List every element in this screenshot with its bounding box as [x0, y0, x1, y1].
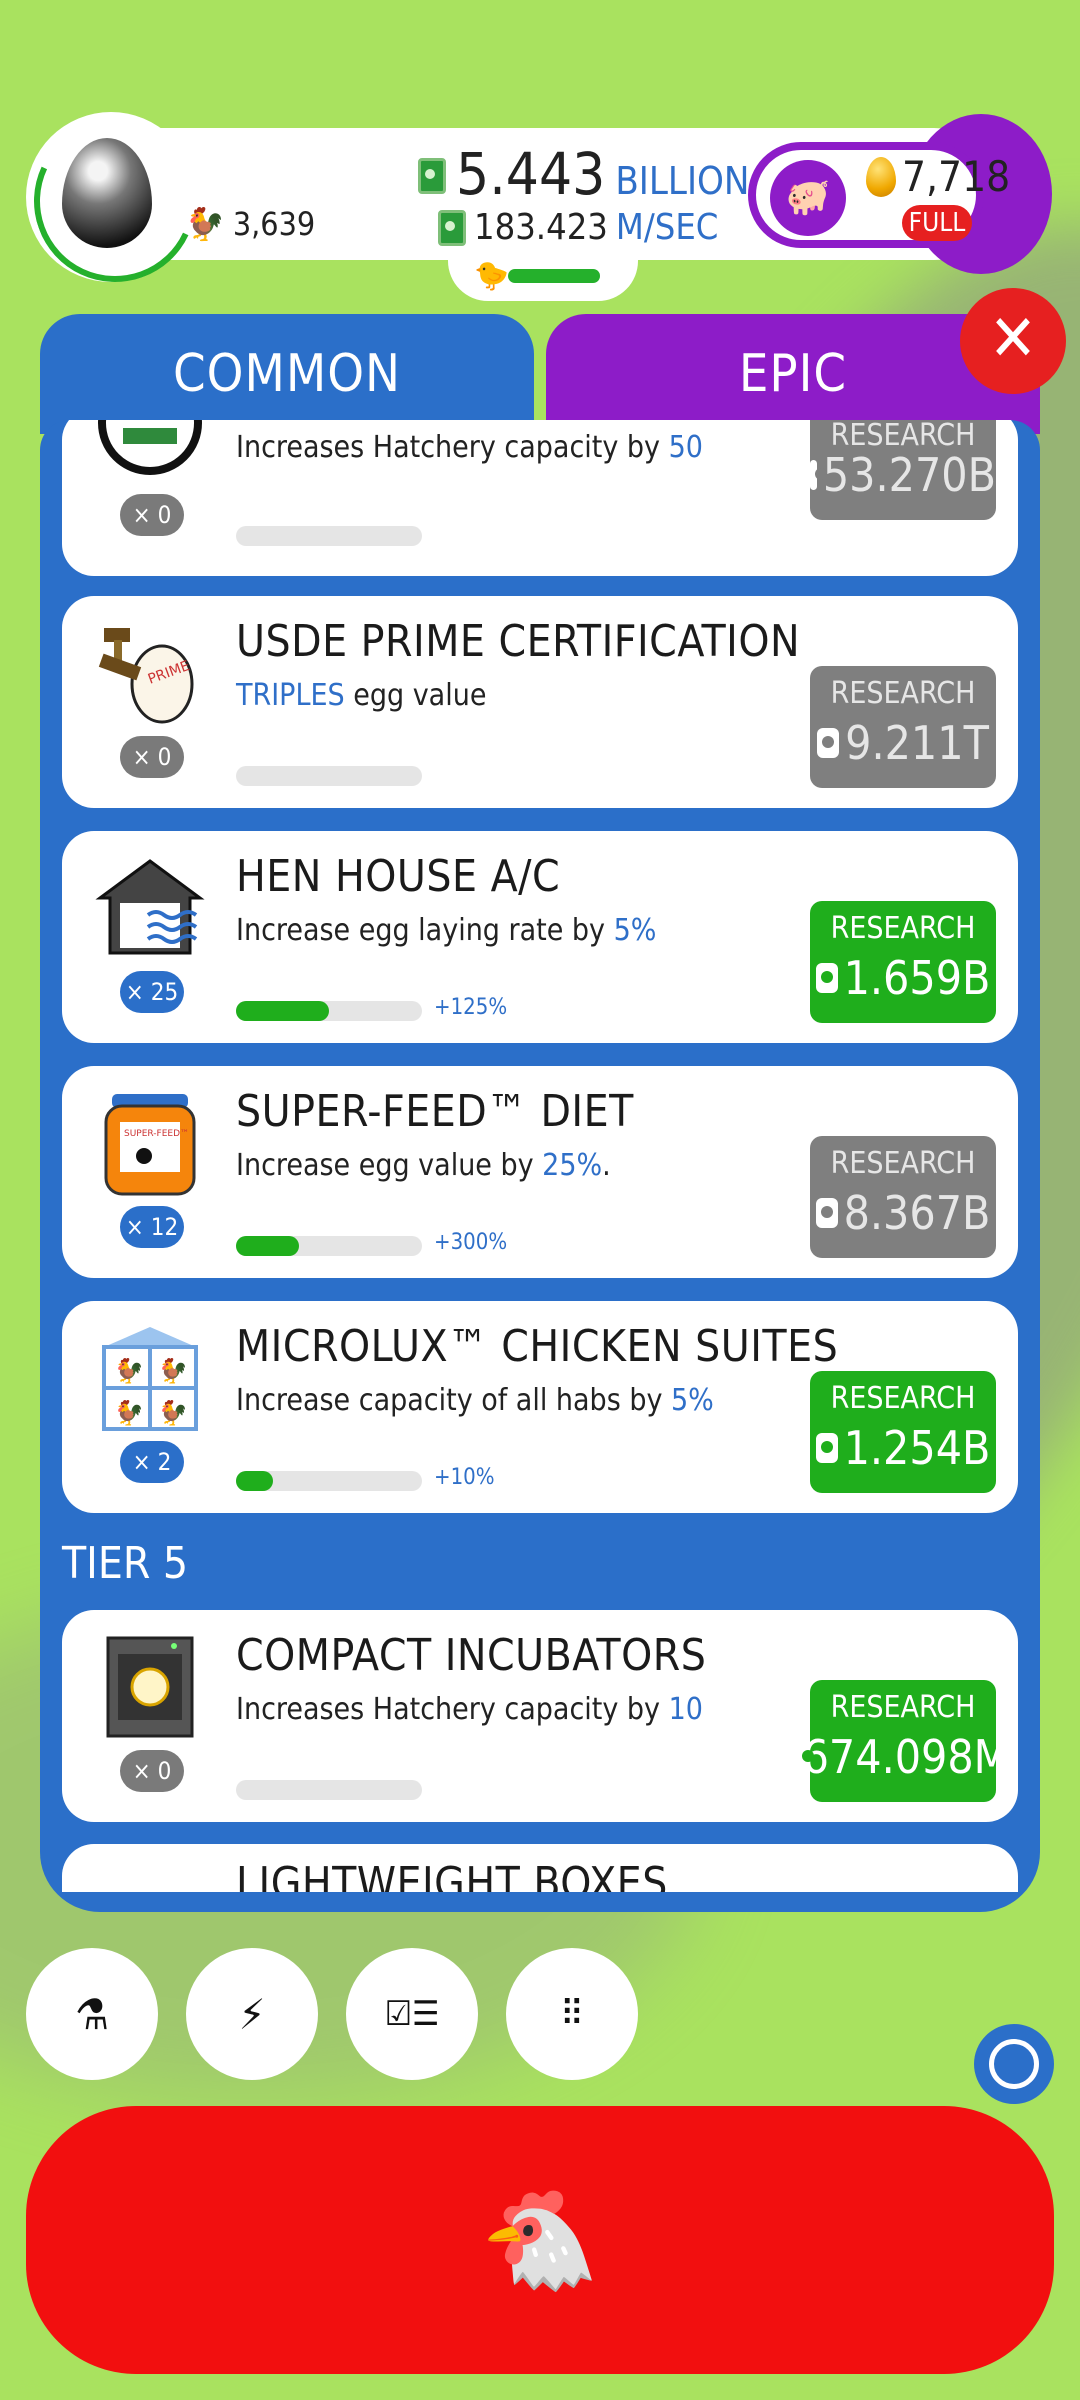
- research-card-hen-house-ac: HEN HOUSE A/C Increase egg laying rate b…: [62, 831, 1018, 1043]
- coin-icon: [815, 1433, 838, 1463]
- research-desc: TRIPLES egg value: [236, 678, 487, 713]
- grid-icon: ⠿: [560, 1993, 584, 2035]
- golden-egg-icon: [866, 156, 896, 197]
- incubator-icon: [90, 1632, 210, 1742]
- research-progress-bar: [236, 1236, 422, 1256]
- piggy-full-badge: FULL: [902, 205, 972, 241]
- piggy-bank-icon[interactable]: 🐖: [770, 160, 846, 236]
- research-button[interactable]: RESEARCH 674.098M: [801, 1680, 1009, 1802]
- research-title: USDE PRIME CERTIFICATION: [236, 616, 801, 667]
- boosts-nav-button[interactable]: ⚡: [186, 1948, 318, 2080]
- research-button[interactable]: RESEARCH 8.367B: [810, 1136, 996, 1258]
- chicken-count-value: 3,639: [232, 205, 316, 243]
- research-level-badge: × 2: [120, 1441, 184, 1483]
- research-card-hatchery-capacity: Increases Hatchery capacity by 50 × 0 RE…: [62, 420, 1018, 576]
- golden-eggs-value: 7,718: [902, 152, 1011, 201]
- coin-icon: [815, 1198, 838, 1228]
- ring-icon: [989, 2039, 1039, 2089]
- research-progress-fill: [236, 1471, 274, 1491]
- research-title: COMPACT INCUBATORS: [236, 1630, 707, 1681]
- income-rate: 183.423 M/SEC: [438, 207, 718, 248]
- tab-common[interactable]: COMMON: [40, 314, 534, 434]
- box-icon: [90, 1870, 210, 1892]
- cash-icon: [418, 158, 446, 194]
- research-title: MICROLUX™ CHICKEN SUITES: [236, 1321, 839, 1372]
- research-progress-bar: [236, 1780, 422, 1800]
- research-level-badge: × 25: [120, 971, 184, 1013]
- research-button[interactable]: RESEARCH 9.211T: [810, 666, 996, 788]
- research-card-lightweight-boxes: LIGHTWEIGHT BOXES: [62, 1844, 1018, 1892]
- svg-text:🐓: 🐓: [158, 1399, 188, 1427]
- svg-text:SUPER-FEED™: SUPER-FEED™: [124, 1129, 189, 1139]
- money-display: 5.443 BILLION: [418, 140, 750, 208]
- hen-house-ac-icon: [90, 853, 210, 963]
- coin-icon: [810, 460, 827, 490]
- chicken-suites-icon: 🐓 🐓 🐓 🐓: [90, 1323, 210, 1433]
- svg-text:🐓: 🐓: [158, 1357, 188, 1385]
- research-level-badge: × 0: [120, 494, 184, 536]
- research-card-compact-incubators: COMPACT INCUBATORS Increases Hatchery ca…: [62, 1610, 1018, 1822]
- hab-capacity-bar[interactable]: 🐤: [448, 255, 638, 301]
- research-card-usde-prime: PRIME USDE PRIME CERTIFICATION TRIPLES e…: [62, 596, 1018, 808]
- research-desc: Increases Hatchery capacity by 10: [236, 1692, 703, 1727]
- lightning-icon: ⚡: [238, 1989, 266, 2039]
- missions-nav-button[interactable]: ☑☰: [346, 1948, 478, 2080]
- money-unit: BILLION: [615, 159, 750, 203]
- research-nav-button[interactable]: ⚗: [26, 1948, 158, 2080]
- research-card-super-feed: SUPER-FEED™ SUPER-FEED™ DIET Increase eg…: [62, 1066, 1018, 1278]
- research-total-bonus: +125%: [434, 995, 508, 1020]
- close-button[interactable]: ✕: [960, 288, 1066, 394]
- prime-stamp-icon: PRIME: [90, 618, 210, 728]
- hatchery-icon: [90, 420, 210, 478]
- research-card-microlux-suites: 🐓 🐓 🐓 🐓 MICROLUX™ CHICKEN SUITES Increas…: [62, 1301, 1018, 1513]
- menu-nav-button[interactable]: ⠿: [506, 1948, 638, 2080]
- research-progress-fill: [236, 1236, 300, 1256]
- cash-icon: [438, 209, 466, 246]
- rate-value: 183.423: [474, 207, 608, 248]
- chicken-icon: 🐓: [185, 205, 225, 243]
- hatch-chicken-button[interactable]: 🐔: [26, 2106, 1054, 2374]
- research-progress-bar: [236, 526, 422, 546]
- research-level-badge: × 0: [120, 1750, 184, 1792]
- research-total-bonus: +10%: [434, 1465, 495, 1490]
- coin-icon: [817, 728, 840, 758]
- svg-text:🐓: 🐓: [114, 1399, 144, 1427]
- research-desc: Increases Hatchery capacity by 50: [236, 430, 703, 465]
- research-progress-bar: [236, 766, 422, 786]
- flask-icon: ⚗: [75, 1989, 109, 2039]
- golden-eggs: 7,718: [866, 152, 1010, 201]
- research-desc: Increase egg value by 25%.: [236, 1148, 611, 1183]
- research-progress-bar: [236, 1001, 422, 1021]
- tab-common-label: COMMON: [172, 344, 402, 404]
- research-level-badge: × 0: [120, 736, 184, 778]
- chick-icon: 🐤: [474, 259, 509, 292]
- research-level-badge: × 12: [120, 1206, 184, 1248]
- research-title: LIGHTWEIGHT BOXES: [236, 1858, 668, 1892]
- chicken-icon: 🐔: [480, 2183, 600, 2296]
- research-button[interactable]: RESEARCH 1.659B: [810, 901, 996, 1023]
- money-value: 5.443: [456, 140, 606, 208]
- chicken-count: 🐓 3,639: [185, 205, 315, 243]
- tier-heading: TIER 5: [62, 1538, 189, 1589]
- super-feed-jar-icon: SUPER-FEED™: [90, 1088, 210, 1198]
- assistive-touch-button[interactable]: [974, 2024, 1054, 2104]
- rate-unit: M/SEC: [615, 207, 719, 248]
- research-button[interactable]: RESEARCH 53.270B: [810, 420, 996, 520]
- research-title: HEN HOUSE A/C: [236, 851, 561, 902]
- research-progress-fill: [236, 1001, 329, 1021]
- research-total-bonus: +300%: [434, 1230, 508, 1255]
- research-desc: Increase egg laying rate by 5%: [236, 913, 657, 948]
- hab-capacity-fill: [508, 269, 600, 283]
- checklist-icon: ☑☰: [384, 1994, 440, 2034]
- svg-text:🐓: 🐓: [114, 1357, 144, 1385]
- research-list[interactable]: Increases Hatchery capacity by 50 × 0 RE…: [40, 420, 1040, 1892]
- research-panel: Increases Hatchery capacity by 50 × 0 RE…: [40, 420, 1040, 1912]
- research-title: SUPER-FEED™ DIET: [236, 1086, 634, 1137]
- coin-icon: [815, 963, 838, 993]
- research-button[interactable]: RESEARCH 1.254B: [810, 1371, 996, 1493]
- research-progress-bar: [236, 1471, 422, 1491]
- research-desc: Increase capacity of all habs by 5%: [236, 1383, 714, 1418]
